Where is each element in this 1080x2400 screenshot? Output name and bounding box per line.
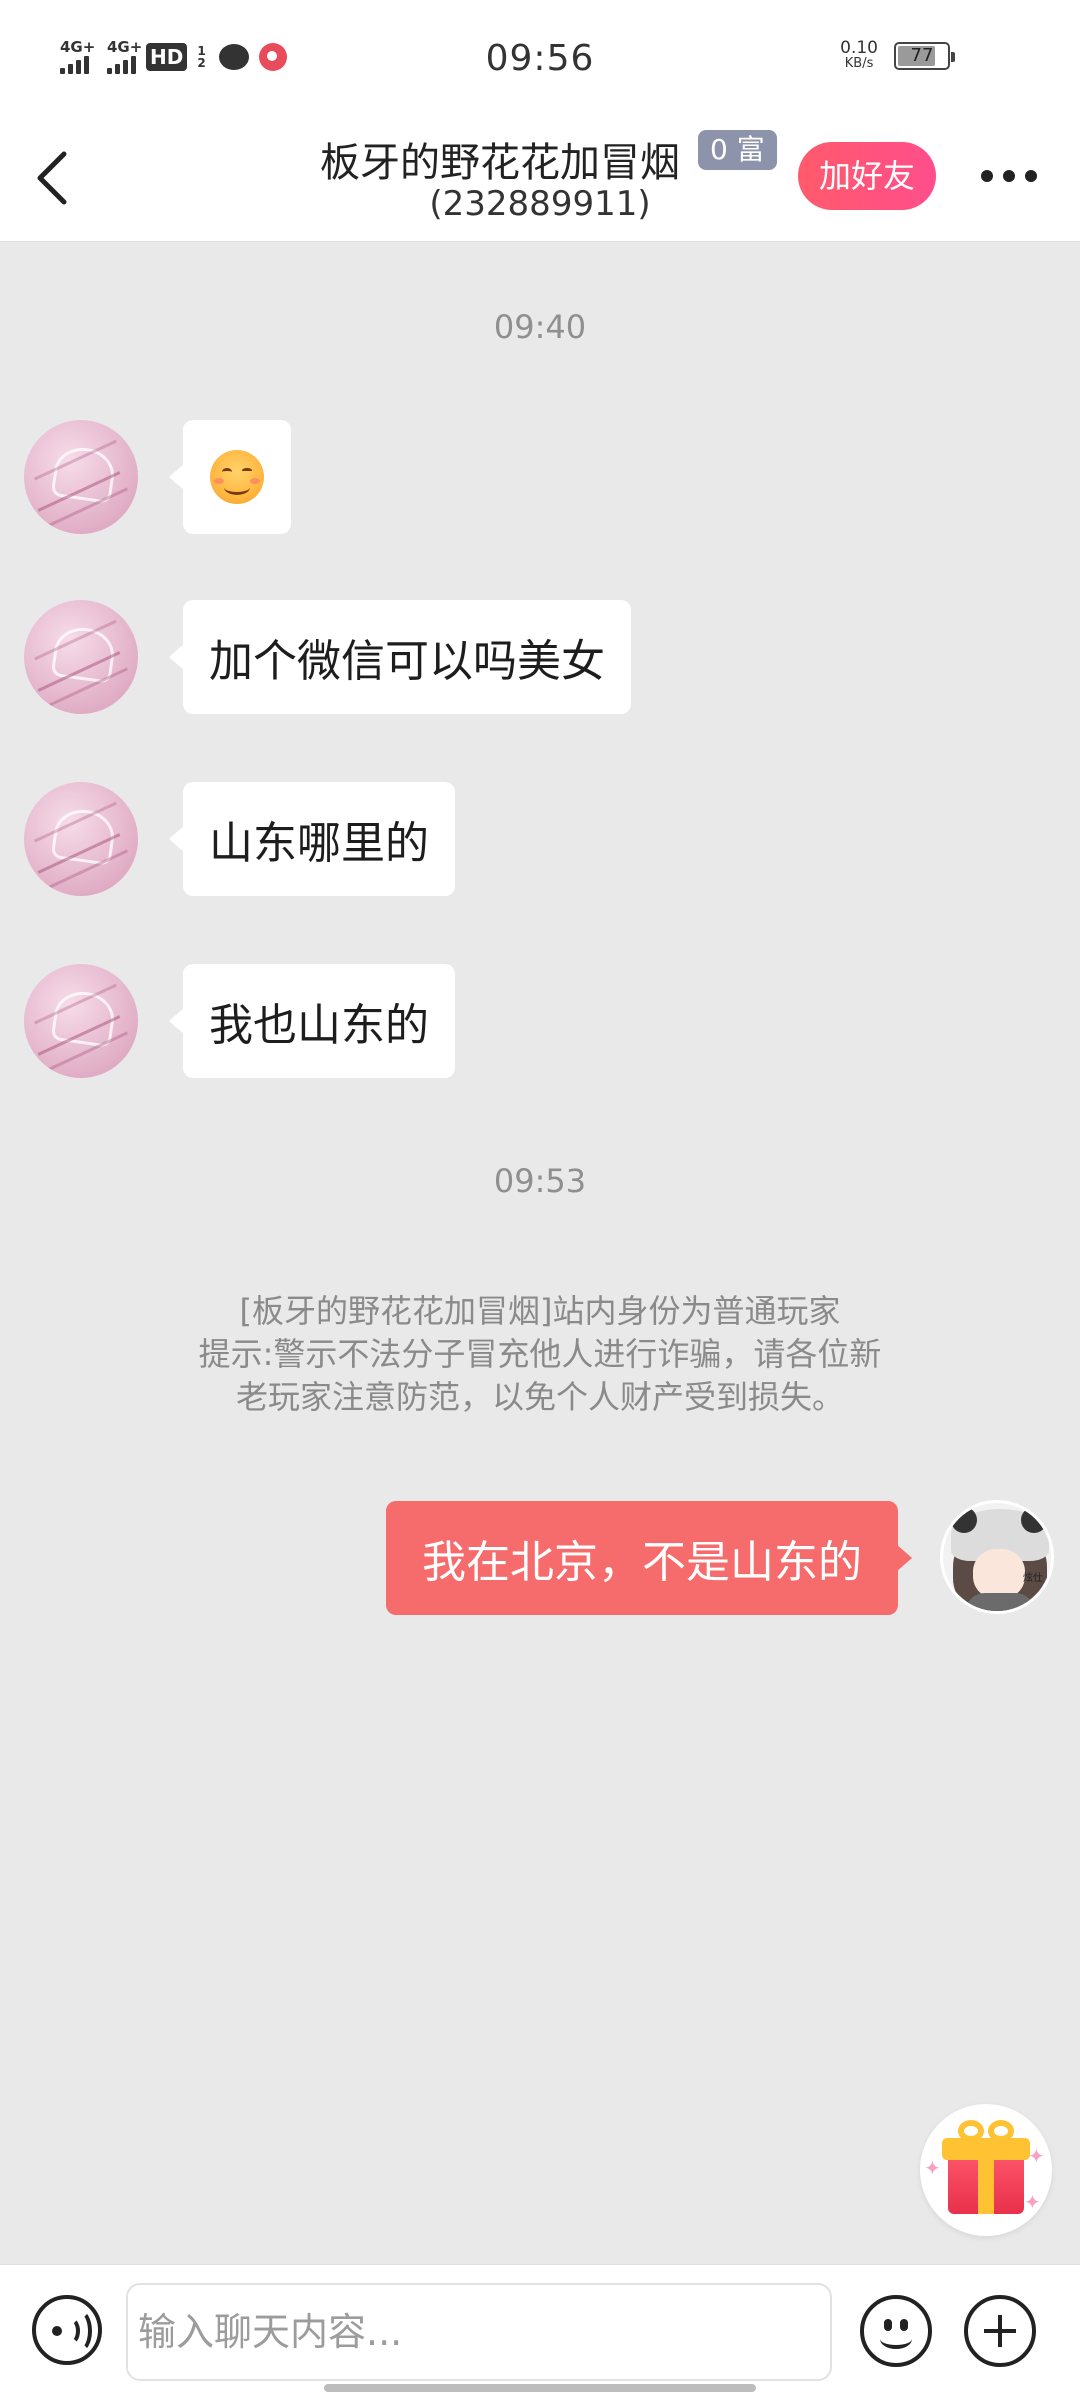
smiling-face-emoji [210,450,264,504]
voice-icon[interactable] [32,2295,102,2365]
message-bubble[interactable]: 山东哪里的 [169,782,455,896]
avatar-tag: 炫仕 [1023,1573,1043,1584]
contact-avatar[interactable] [24,964,138,1078]
system-notice: [板牙的野花花加冒烟]站内身份为普通玩家 提示:警示不法分子冒充他人进行诈骗，请… [90,1290,990,1419]
message-text: 我在北京，不是山东的 [422,1537,862,1588]
chat-header: 板牙的野花花加冒烟 0 富 (232889911) 加好友 [0,120,1080,242]
notice-line: [板牙的野花花加冒烟]站内身份为普通玩家 [239,1292,841,1330]
plus-icon[interactable] [964,2295,1036,2367]
emoji-icon[interactable] [860,2295,932,2367]
message-text: 山东哪里的 [209,818,429,869]
contact-avatar[interactable] [24,420,138,534]
chat-timestamp: 09:40 [493,308,587,346]
home-indicator[interactable] [324,2384,756,2392]
battery-icon: 77 [894,42,955,70]
network-speed: 0.10 KB/s [840,40,878,72]
chat-timestamp: 09:53 [493,1162,587,1200]
notice-line: 老玩家注意防范，以免个人财产受到损失。 [235,1378,844,1416]
wealth-badge: 0 富 [698,130,777,170]
status-icons-right: 0.10 KB/s 77 [840,40,955,72]
message-text: 我也山东的 [209,1000,429,1051]
add-friend-button[interactable]: 加好友 [798,142,936,210]
speed-value: 0.10 [840,38,878,58]
gift-button[interactable]: ✦ ✦ ✦ [920,2104,1052,2236]
battery-level: 77 [910,45,934,66]
message-bubble[interactable] [169,420,291,534]
message-bubble[interactable]: 我在北京，不是山东的 [386,1501,912,1615]
my-avatar[interactable]: 炫仕 [940,1500,1054,1614]
more-dots-icon[interactable] [974,146,1044,206]
message-input[interactable] [126,2283,832,2381]
contact-avatar[interactable] [24,782,138,896]
speed-unit: KB/s [844,56,874,71]
status-bar: 4G+ 4G+ HD 1 2 09:56 0.10 KB/s 77 [0,0,1080,120]
page-title: 板牙的野花花加冒烟 [320,140,680,186]
message-bubble[interactable]: 我也山东的 [169,964,455,1078]
notice-line: 提示:警示不法分子冒充他人进行诈骗，请各位新 [198,1335,882,1373]
input-bar [0,2264,1080,2400]
contact-avatar[interactable] [24,600,138,714]
message-bubble[interactable]: 加个微信可以吗美女 [169,600,631,714]
message-text: 加个微信可以吗美女 [209,636,605,687]
